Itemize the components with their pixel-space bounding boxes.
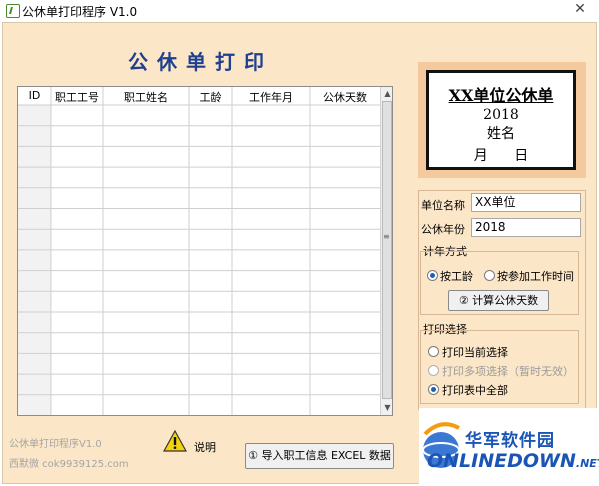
radio-by-seniority-label[interactable]: 按工龄 xyxy=(440,268,473,284)
column-header-employee-name[interactable]: 职工姓名 xyxy=(103,89,189,105)
watermark-logo: 华军软件园 ONLINEDOWN.NET xyxy=(419,408,599,486)
radio-print-all-label[interactable]: 打印表中全部 xyxy=(442,382,508,398)
column-header-id[interactable]: ID xyxy=(18,89,51,102)
scroll-thumb[interactable] xyxy=(382,101,392,399)
year-label: 公休年份 xyxy=(421,223,465,236)
vertical-scrollbar[interactable]: ▲ ≡ ▼ xyxy=(380,87,392,415)
page-title: 公休单打印 xyxy=(128,50,273,74)
radio-by-seniority[interactable] xyxy=(427,270,438,281)
column-header-seniority[interactable]: 工龄 xyxy=(189,89,232,105)
import-excel-button[interactable]: ① 导入职工信息 EXCEL 数据 xyxy=(245,443,394,469)
unit-name-label: 单位名称 xyxy=(421,199,465,212)
help-label[interactable]: 说明 xyxy=(194,439,216,455)
app-icon xyxy=(6,4,20,18)
warning-icon[interactable] xyxy=(163,430,187,452)
scroll-up-arrow-icon[interactable]: ▲ xyxy=(381,87,392,101)
unit-name-input[interactable]: XX单位 xyxy=(471,193,581,212)
column-header-work-month[interactable]: 工作年月 xyxy=(232,89,310,105)
employee-grid[interactable]: ID 职工工号 职工姓名 工龄 工作年月 公休天数 ▲ ≡ ▼ xyxy=(17,86,393,416)
grid-lines xyxy=(18,87,380,415)
preview-year: 2018 xyxy=(483,107,519,123)
radio-by-start-date[interactable] xyxy=(484,270,495,281)
column-header-employee-no[interactable]: 职工工号 xyxy=(51,89,103,105)
scroll-down-arrow-icon[interactable]: ▼ xyxy=(381,401,392,415)
radio-by-start-date-label[interactable]: 按参加工作时间 xyxy=(497,268,574,284)
radio-print-current[interactable] xyxy=(428,346,439,357)
radio-print-current-label[interactable]: 打印当前选择 xyxy=(442,344,508,360)
column-header-leave-days[interactable]: 公休天数 xyxy=(310,89,380,105)
title-bar: 公休单打印程序 V1.0 ✕ xyxy=(0,0,599,22)
watermark-cn: 华军软件园 xyxy=(465,431,555,451)
leave-slip-preview: XX单位公休单 2018 姓名 月 日 xyxy=(426,70,576,170)
author-caption: 西默微 cok9939125.com xyxy=(9,459,129,470)
app-name-caption: 公休单打印程序V1.0 xyxy=(9,439,102,450)
calc-leave-days-button[interactable]: ② 计算公休天数 xyxy=(448,290,549,311)
radio-print-multiple-label: 打印多项选择（暂时无效） xyxy=(442,365,574,378)
watermark-en-suffix: .NET xyxy=(575,457,599,470)
window-title: 公休单打印程序 V1.0 xyxy=(22,5,138,19)
watermark-en-main: ONLINEDOWN xyxy=(427,450,576,472)
scroll-grip-icon: ≡ xyxy=(383,232,390,241)
preview-name: 姓名 xyxy=(487,126,515,142)
radio-print-multiple xyxy=(428,365,439,376)
preview-title: XX单位公休单 xyxy=(448,86,554,105)
year-input[interactable]: 2018 xyxy=(471,218,581,237)
close-button[interactable]: ✕ xyxy=(568,0,592,18)
radio-print-all[interactable] xyxy=(428,384,439,395)
watermark-en: ONLINEDOWN.NET xyxy=(427,450,599,472)
preview-date: 月 日 xyxy=(473,148,529,164)
